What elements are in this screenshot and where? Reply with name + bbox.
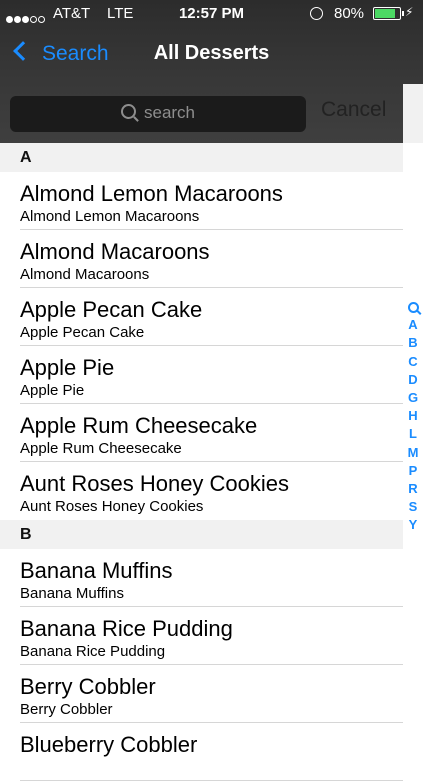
rotation-lock-icon [310,7,323,20]
status-bar: AT&T LTE 12:57 PM 80% ⚡ [0,0,423,30]
item-subtitle: Almond Lemon Macaroons [20,208,200,225]
item-title: Almond Macaroons [20,239,210,264]
cancel-button[interactable]: Cancel [321,98,386,122]
item-title: Berry Cobbler [20,674,156,699]
item-subtitle: Aunt Roses Honey Cookies [20,498,204,515]
item-title: Apple Pecan Cake [20,297,203,322]
page-title: All Desserts [153,42,270,64]
top-bar: AT&T LTE 12:57 PM 80% ⚡ Search All Desse… [0,0,423,143]
list-item[interactable]: Apple Pie Apple Pie [0,346,403,404]
item-title: Blueberry Cobbler [20,732,198,757]
index-letter[interactable]: R [403,480,423,498]
list-item[interactable]: Blueberry Cobbler [0,723,403,781]
index-letter[interactable]: A [403,316,423,334]
charging-icon: ⚡ [405,5,414,19]
section-index[interactable]: A B C D G H L M P R S Y [403,298,423,534]
index-letter[interactable]: S [403,498,423,516]
item-subtitle: Banana Muffins [20,585,124,602]
list-item[interactable]: Apple Pecan Cake Apple Pecan Cake [0,288,403,346]
index-letter[interactable]: L [403,425,423,443]
section-header-b: B [0,520,403,549]
list-item[interactable]: Almond Macaroons Almond Macaroons [0,230,403,288]
index-letter[interactable]: P [403,462,423,480]
item-title: Apple Pie [20,355,115,380]
item-subtitle: Apple Pecan Cake [20,324,145,341]
item-title: Apple Rum Cheesecake [20,413,258,438]
item-subtitle: Berry Cobbler [20,701,113,718]
list-item[interactable]: Almond Lemon Macaroons Almond Lemon Maca… [0,172,403,230]
index-letter[interactable]: Y [403,516,423,534]
index-letter[interactable]: M [403,444,423,462]
section-header-a: A [0,143,403,172]
index-letter[interactable]: G [403,389,423,407]
index-letter[interactable]: C [403,353,423,371]
search-placeholder: search [143,103,196,122]
index-search-icon[interactable] [403,298,423,316]
dessert-list: A Almond Lemon Macaroons Almond Lemon Ma… [0,143,403,781]
index-letter[interactable]: B [403,334,423,352]
index-gutter [403,84,423,143]
list-item[interactable]: Banana Rice Pudding Banana Rice Pudding [0,607,403,665]
search-icon [120,104,136,119]
item-subtitle: Apple Rum Cheesecake [20,440,182,457]
battery-icon [373,7,404,20]
item-subtitle: Almond Macaroons [20,266,150,283]
item-subtitle: Banana Rice Pudding [20,643,166,660]
list-item[interactable]: Banana Muffins Banana Muffins [0,549,403,607]
navigation-bar: Search All Desserts [0,30,423,84]
item-title: Aunt Roses Honey Cookies [20,471,290,496]
index-letter[interactable]: H [403,407,423,425]
item-subtitle: Apple Pie [20,382,85,399]
item-title: Almond Lemon Macaroons [20,181,283,206]
list-item[interactable]: Aunt Roses Honey Cookies Aunt Roses Hone… [0,462,403,520]
list-item[interactable]: Apple Rum Cheesecake Apple Rum Cheesecak… [0,404,403,462]
battery-percent: 80% [334,5,365,22]
item-title: Banana Rice Pudding [20,616,233,641]
list-item[interactable]: Berry Cobbler Berry Cobbler [0,665,403,723]
index-letter[interactable]: D [403,371,423,389]
search-input[interactable]: search [10,96,306,132]
item-title: Banana Muffins [20,558,173,583]
